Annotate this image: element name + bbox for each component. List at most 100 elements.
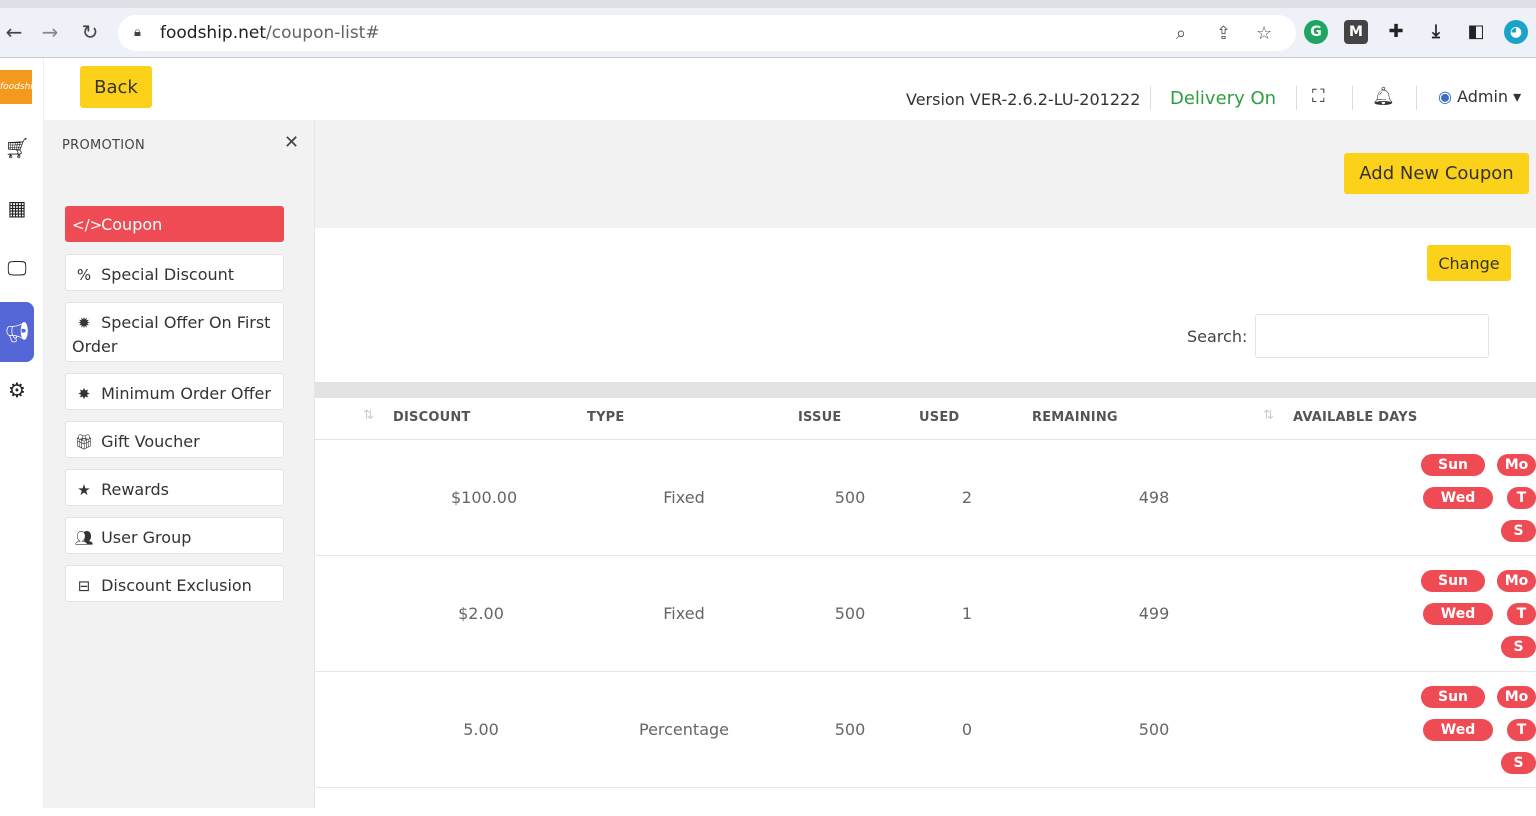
download-icon[interactable]: ⤓ [1424,20,1448,44]
sidebar-item-special-offer-first-order[interactable]: ✹ Special Offer On First Order [65,302,284,362]
app-logo: foodship [0,70,39,104]
day-badge: S [1501,752,1536,774]
back-arrow-icon[interactable]: ← [2,20,26,44]
type-cell: Fixed [663,488,705,507]
day-badge: Sun [1421,454,1485,476]
column-header-type[interactable]: TYPE [587,410,625,425]
app-left-rail: foodship 🛒︎ ▦ 🖵 📢︎ ⚙ [0,58,44,816]
table-header-band [315,382,1536,398]
reload-icon[interactable]: ↻ [78,20,102,44]
divider [1150,86,1151,110]
app-topbar: Back Version VER-2.6.2-LU-201222 Deliver… [44,58,1536,120]
issue-cell: 500 [834,720,866,739]
calculator-icon[interactable]: ▦ [0,188,34,228]
table-row[interactable]: $100.00 Fixed 500 2 498 Sun Mo Wed T S [315,440,1536,556]
day-badge: Wed [1423,719,1493,741]
forward-arrow-icon[interactable]: → [38,20,62,44]
bottom-edge [0,808,1536,816]
day-badge: Wed [1423,603,1493,625]
used-cell: 0 [961,720,973,739]
side-panel-icon[interactable]: ◧ [1464,20,1488,44]
main-content: Add New Coupon Change Search: ⇅ DISCOUNT… [315,120,1536,808]
sidebar-item-discount-exclusion[interactable]: ⊟ Discount Exclusion [65,565,284,602]
divider [1296,86,1297,110]
discount-cell: $2.00 [458,604,504,623]
used-cell: 1 [961,604,973,623]
url-text[interactable]: foodship.net/coupon-list# [160,23,380,43]
close-icon[interactable]: ✕ [284,132,299,153]
globe-icon: ◉ [1438,87,1452,106]
sort-icon[interactable]: ⇅ [363,408,374,423]
table-row[interactable]: 5.00 Percentage 500 0 500 Sun Mo Wed T S [315,672,1536,788]
day-badge: T [1507,487,1536,509]
type-cell: Fixed [663,604,705,623]
day-badge: Mo [1497,454,1536,476]
browser-chrome: ← → ↻ 🔒︎ foodship.net/coupon-list# ⌕ ⇪ ☆… [0,0,1536,58]
share-icon[interactable]: ⇪ [1216,23,1231,44]
gift-icon: 🎁︎ [74,433,94,451]
search-input[interactable] [1255,314,1489,358]
cart-icon[interactable]: 🛒︎ [0,128,34,168]
settings-gear-icon[interactable]: ⚙ [0,370,34,410]
change-button[interactable]: Change [1427,245,1511,281]
issue-cell: 500 [834,604,866,623]
day-badge: Sun [1421,686,1485,708]
badge-icon: ✹ [77,314,91,332]
sidebar-item-user-group[interactable]: 👥︎ User Group [65,517,284,554]
day-badge: Mo [1497,686,1536,708]
code-icon: </> [72,216,103,234]
issue-cell: 500 [834,488,866,507]
divider [1352,86,1353,110]
promotion-sidebar: PROMOTION ✕ </> Coupon % Special Discoun… [44,120,315,808]
column-header-available-days[interactable]: AVAILABLE DAYS [1293,410,1417,425]
table-row[interactable]: $2.00 Fixed 500 1 499 Sun Mo Wed T S [315,556,1536,672]
column-header-discount[interactable]: DISCOUNT [393,410,471,425]
extensions-puzzle-icon[interactable]: ✚ [1384,20,1408,44]
discount-cell: 5.00 [463,720,499,739]
monitor-icon[interactable]: 🖵 [0,248,34,288]
megaphone-icon[interactable]: 📢︎ [0,302,34,362]
day-badge: Sun [1421,570,1485,592]
profile-avatar[interactable]: ◕ [1504,20,1528,44]
coupon-table-card: Change Search: ⇅ DISCOUNT TYPE ISSUE USE… [315,228,1536,808]
star-badge-icon: ✸ [77,385,91,403]
column-header-used[interactable]: USED [919,410,959,425]
sort-icon[interactable]: ⇅ [1263,408,1274,423]
remaining-cell: 500 [1138,720,1170,739]
day-badge: T [1507,603,1536,625]
search-label: Search: [1187,327,1248,346]
admin-menu[interactable]: ◉ Admin ▾ [1438,87,1521,106]
sidebar-item-gift-voucher[interactable]: 🎁︎ Gift Voucher [65,421,284,458]
back-button[interactable]: Back [80,66,152,108]
column-header-remaining[interactable]: REMAINING [1032,410,1118,425]
day-badge: T [1507,719,1536,741]
sidebar-item-coupon[interactable]: </> Coupon [65,206,284,242]
day-badge: S [1501,636,1536,658]
users-icon: 👥︎ [74,529,94,547]
discount-cell: $100.00 [451,488,518,507]
lock-icon: 🔒︎ [134,25,141,40]
type-cell: Percentage [638,720,729,739]
divider [1416,86,1417,110]
grammarly-extension-icon[interactable]: G [1304,20,1328,44]
mail-extension-icon[interactable]: M [1344,20,1368,44]
zoom-icon[interactable]: ⌕ [1176,23,1186,44]
sidebar-item-minimum-order-offer[interactable]: ✸ Minimum Order Offer [65,373,284,410]
column-header-issue[interactable]: ISSUE [798,410,841,425]
address-bar[interactable]: 🔒︎ foodship.net/coupon-list# ⌕ ⇪ ☆ [118,15,1296,51]
browser-toolbar: ← → ↻ 🔒︎ foodship.net/coupon-list# ⌕ ⇪ ☆… [0,8,1536,58]
sidebar-item-rewards[interactable]: ★ Rewards [65,469,284,506]
bookmark-star-icon[interactable]: ☆ [1256,23,1272,44]
minus-square-icon: ⊟ [77,577,91,595]
sidebar-item-special-discount[interactable]: % Special Discount [65,254,284,291]
sidebar-title: PROMOTION [62,138,145,153]
fullscreen-icon[interactable]: ⛶ [1312,86,1325,107]
version-text: Version VER-2.6.2-LU-201222 [906,90,1141,109]
bell-icon[interactable]: 🔔︎ [1372,86,1395,107]
delivery-status[interactable]: Delivery On [1170,88,1276,109]
add-new-coupon-button[interactable]: Add New Coupon [1344,153,1529,194]
remaining-cell: 498 [1138,488,1170,507]
day-badge: Mo [1497,570,1536,592]
tab-strip [0,0,1536,8]
star-icon: ★ [77,481,91,499]
